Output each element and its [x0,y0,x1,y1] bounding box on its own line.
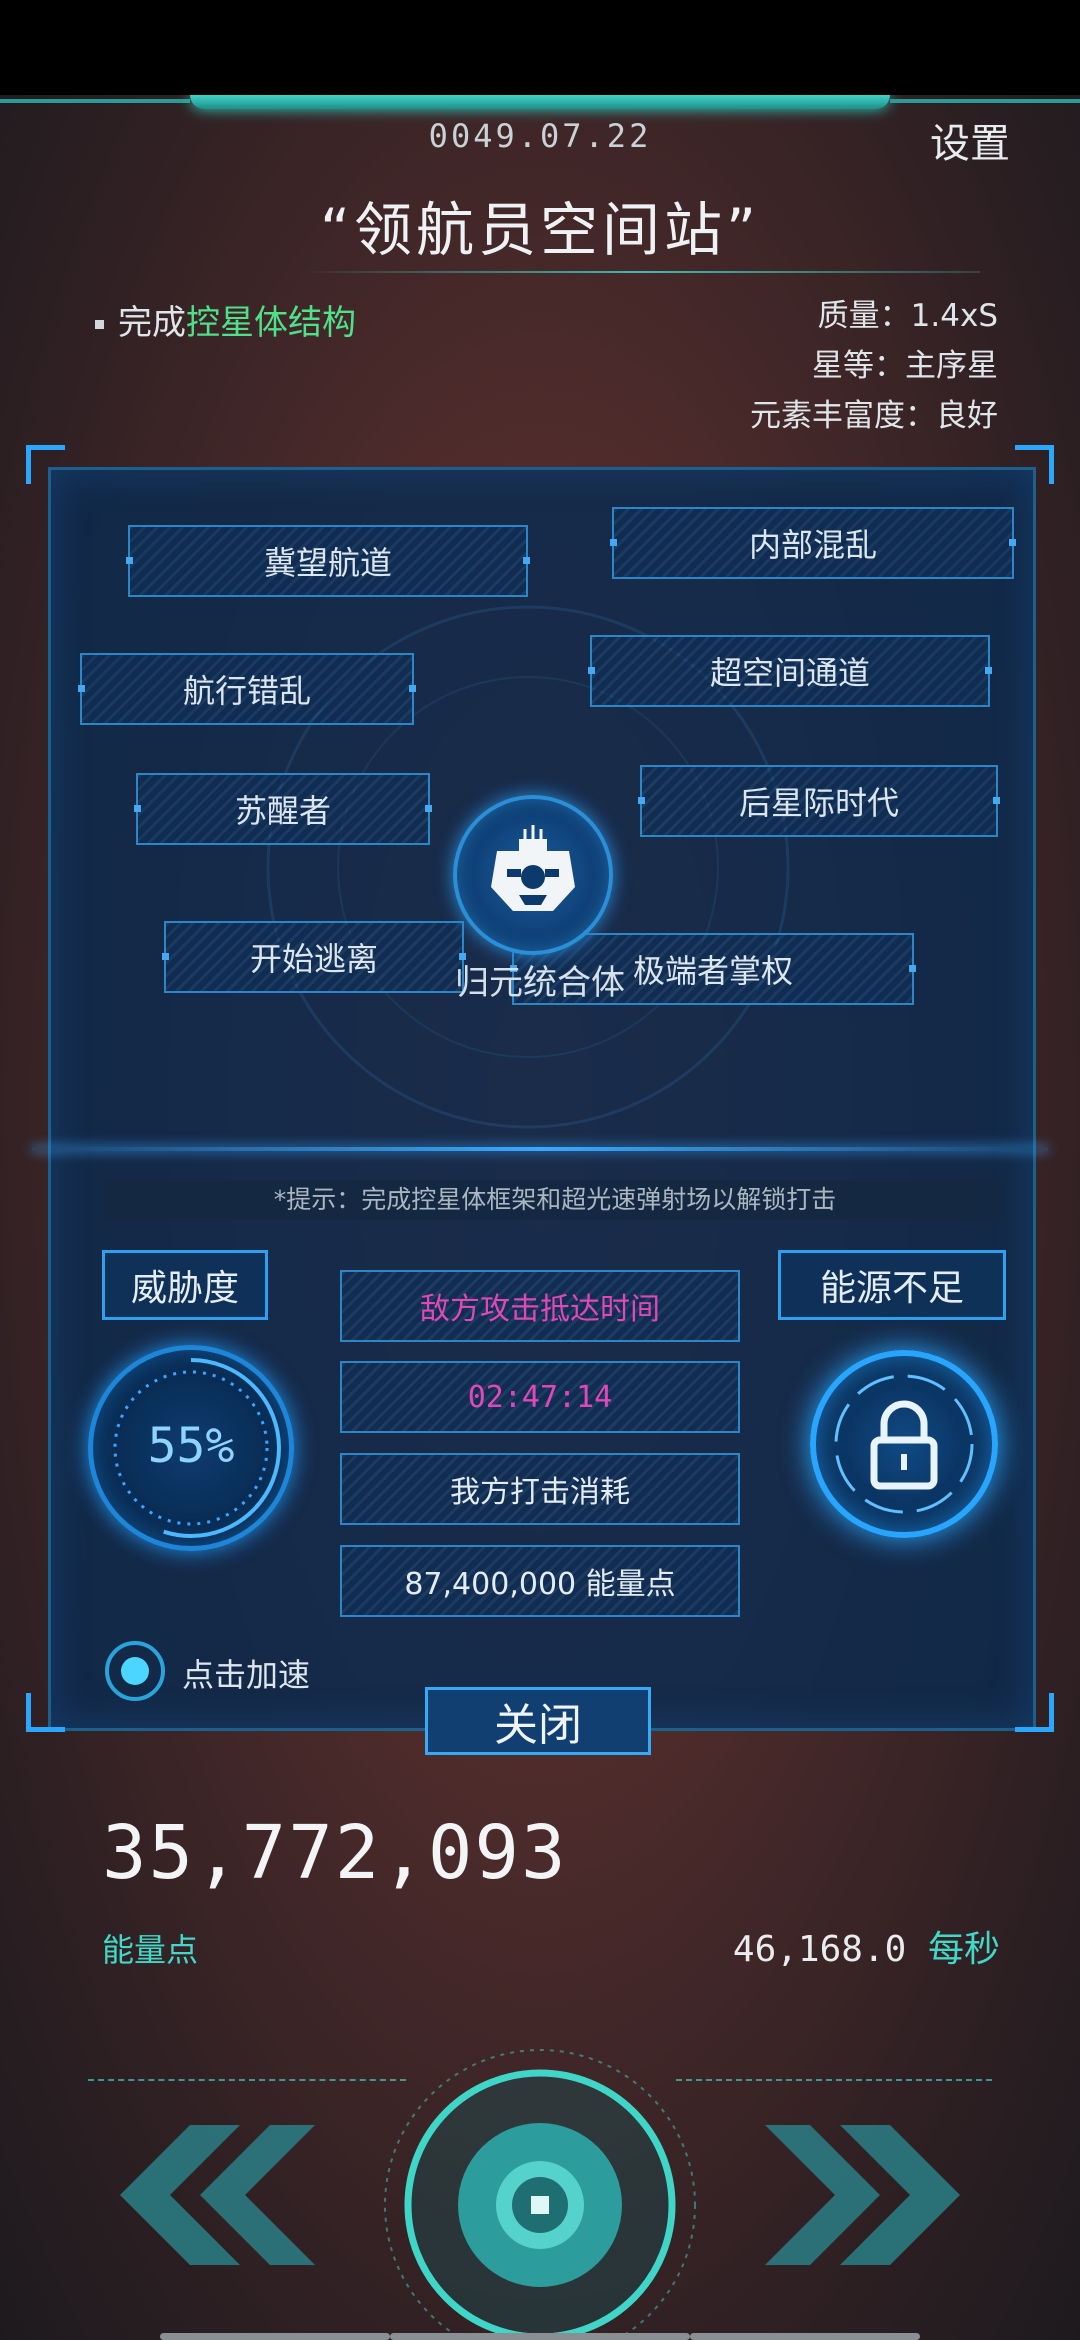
home-indicator [160,2333,390,2340]
task-prefix: 完成 [118,303,186,343]
stat-star-class: 星等：主序星 [812,348,998,384]
stat-element-richness: 元素丰富度：良好 [750,398,998,434]
robot-mask-icon [491,825,575,911]
energy-points-unit: 能量点 [102,1931,199,1969]
panel-divider [32,1147,1048,1151]
tree-node[interactable]: 冀望航道 [126,525,530,597]
tree-node[interactable]: 苏醒者 [134,773,432,845]
tree-node[interactable]: 超空间通道 [588,635,992,707]
strike-cost-label: 我方打击消耗 [340,1453,740,1525]
top-frame-right [890,99,1080,103]
top-frame-left [0,99,190,103]
threat-label: 威胁度 [102,1250,268,1320]
tree-node[interactable]: 后星际时代 [638,765,1000,837]
home-indicator [690,2333,920,2340]
strike-lock-button[interactable] [810,1350,998,1538]
faction-emblem-icon[interactable] [453,795,613,955]
strike-cost-value: 87,400,000 能量点 [340,1545,740,1617]
unlock-hint: *提示：完成控星体框架和超光速弹射场以解锁打击 [105,1180,1005,1220]
threat-dial: 55% [88,1345,294,1551]
energy-points-total: 35,772,093 [102,1810,568,1896]
tree-node[interactable]: 航行错乱 [78,653,416,725]
game-date: 0049.07.22 [428,117,652,155]
speed-up-button[interactable]: 点击加速 [100,1641,370,1701]
threat-value: 55% [147,1418,235,1474]
speed-up-icon [105,1641,165,1701]
stat-mass: 质量：1.4xS [817,298,998,334]
center-node-label: 归元统合体 [455,963,625,1003]
title-underline [300,271,980,273]
energy-status: 能源不足 [778,1250,1006,1320]
settings-button[interactable]: 设置 [930,111,1010,169]
enemy-arrival-timer: 02:47:14 [340,1361,740,1433]
enemy-arrival-label: 敌方攻击抵达时间 [340,1270,740,1342]
energy-rate: 46,168.0 每秒 [733,1920,1000,1972]
previous-arrow-icon[interactable] [100,2115,320,2275]
task-target-link[interactable]: 控星体结构 [186,303,356,343]
speed-up-label: 点击加速 [182,1656,311,1694]
control-line-right [676,2079,992,2083]
bullet-icon [95,320,104,329]
task-objective: 完成控星体结构 [95,295,356,344]
home-indicator [390,2333,690,2340]
lock-icon [834,1374,974,1514]
top-frame [190,95,890,109]
energy-rate-value: 46,168.0 [732,1929,907,1970]
station-title: “领航员空间站” [319,196,761,264]
energy-rate-unit: 每秒 [927,1929,1000,1970]
close-button[interactable]: 关闭 [425,1687,651,1755]
corner-bracket [26,1693,65,1732]
corner-bracket [1015,1693,1054,1732]
center-action-button[interactable] [380,2045,700,2340]
next-arrow-icon[interactable] [760,2115,980,2275]
game-screen: 0049.07.22 设置 “领航员空间站” 完成控星体结构 质量：1.4xS … [0,95,1080,2340]
control-line-left [88,2079,406,2083]
tree-node[interactable]: 内部混乱 [610,507,1016,579]
